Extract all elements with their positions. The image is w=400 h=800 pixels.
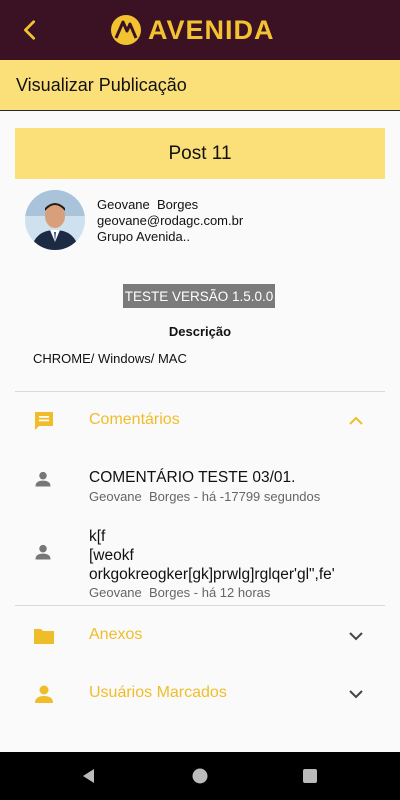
app-logo: AVENIDA: [110, 13, 275, 47]
post-title: Post 11: [15, 128, 385, 179]
comments-section-header[interactable]: Comentários: [0, 396, 400, 446]
person-icon: [35, 544, 51, 560]
comment-text: COMENTÁRIO TESTE 03/01.: [89, 469, 296, 486]
system-nav-bar: [0, 752, 400, 800]
person-photo-icon: [25, 190, 85, 250]
divider: [15, 391, 385, 392]
comment-meta: Geovane Borges - há 12 horas: [89, 585, 271, 600]
tagged-users-section-header[interactable]: Usuários Marcados: [0, 669, 400, 719]
back-button[interactable]: [14, 14, 46, 46]
comment-item: COMENTÁRIO TESTE 03/01. Geovane Borges -…: [0, 460, 400, 510]
chevron-down-icon: [349, 690, 363, 699]
comment-meta: Geovane Borges - há -17799 segundos: [89, 489, 321, 504]
comment-text: k[f [weokf orkgokreogker[gk]prwlg]rglqer…: [89, 528, 335, 583]
page-header: Visualizar Publicação: [0, 60, 400, 111]
description-text: CHROME/ Windows/ MAC: [33, 351, 187, 366]
app-header: AVENIDA: [0, 0, 400, 60]
chevron-down-icon: [349, 632, 363, 641]
description-label: Descrição: [168, 324, 232, 339]
comments-label: Comentários: [89, 411, 180, 428]
comment-icon: [35, 412, 53, 430]
attachments-section-header[interactable]: Anexos: [0, 611, 400, 661]
tagged-users-label: Usuários Marcados: [89, 684, 227, 701]
person-icon: [35, 471, 51, 487]
author-email: geovane@rodagc.com.br: [97, 213, 244, 228]
version-badge: TESTE VERSÃO 1.5.0.0: [123, 284, 275, 308]
nav-back-button[interactable]: [77, 764, 101, 788]
triangle-back-icon: [83, 769, 94, 783]
chevron-up-icon: [349, 416, 363, 425]
folder-icon: [34, 629, 54, 644]
person-icon: [35, 685, 53, 703]
author-group: Grupo Avenida..: [97, 229, 190, 244]
logo-mark-icon: [111, 15, 141, 45]
comment-item: k[f [weokf orkgokreogker[gk]prwlg]rglqer…: [0, 525, 400, 605]
avatar: [25, 190, 85, 250]
square-recents-icon: [303, 769, 317, 783]
author-info: Geovane Borges geovane@rodagc.com.br Gru…: [97, 197, 243, 245]
chevron-left-icon: [24, 20, 36, 40]
page-title: Visualizar Publicação: [16, 75, 187, 95]
logo-text: AVENIDA: [148, 14, 275, 45]
nav-home-button[interactable]: [188, 764, 212, 788]
author-name: Geovane Borges: [97, 197, 199, 212]
circle-home-icon: [192, 768, 208, 784]
nav-recents-button[interactable]: [298, 764, 322, 788]
attachments-label: Anexos: [89, 626, 143, 643]
divider: [15, 605, 385, 606]
